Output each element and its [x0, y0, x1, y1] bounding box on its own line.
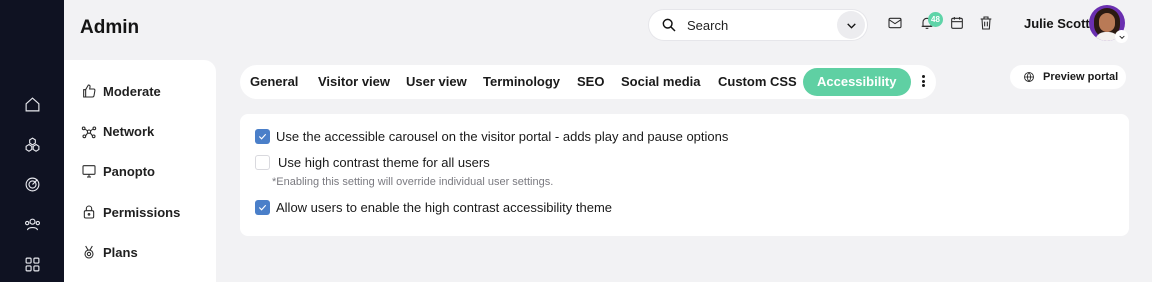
- sidebar-item-permissions[interactable]: Permissions: [80, 201, 180, 223]
- tab-visitor-view[interactable]: Visitor view: [318, 68, 390, 96]
- lock-icon: [80, 203, 98, 221]
- calendar-icon[interactable]: [949, 15, 967, 33]
- option-accessible-carousel[interactable]: Use the accessible carousel on the visit…: [255, 129, 728, 144]
- icon-rail: [0, 0, 64, 282]
- option-label: Allow users to enable the high contrast …: [276, 200, 613, 215]
- tab-accessibility[interactable]: Accessibility: [803, 68, 911, 96]
- sidebar-item-label: Permissions: [103, 204, 181, 220]
- helper-note: *Enabling this setting will override ind…: [272, 176, 554, 188]
- target-icon[interactable]: [22, 174, 42, 194]
- check-icon: [258, 204, 267, 211]
- tab-user-view[interactable]: User view: [406, 68, 467, 96]
- option-high-contrast-all[interactable]: Use high contrast theme for all users: [255, 155, 490, 170]
- tab-seo[interactable]: SEO: [577, 68, 604, 96]
- sidebar-item-moderate[interactable]: Moderate: [80, 80, 161, 102]
- search-bar[interactable]: Search: [649, 10, 867, 40]
- option-label: Use the accessible carousel on the visit…: [276, 129, 729, 144]
- search-input[interactable]: Search: [687, 18, 837, 33]
- sidebar-item-label: Panopto: [103, 163, 155, 179]
- page-title: Admin: [80, 17, 140, 38]
- medal-icon: [80, 243, 98, 261]
- thumbs-up-icon: [80, 82, 98, 100]
- search-scope-dropdown[interactable]: [837, 11, 865, 39]
- tab-social-media[interactable]: Social media: [621, 68, 700, 96]
- settings-sidebar: Moderate Network Panopto Permissions Pla…: [64, 60, 216, 282]
- option-label: Use high contrast theme for all users: [278, 155, 490, 170]
- preview-portal-button[interactable]: Preview portal: [1010, 65, 1126, 89]
- preview-portal-label: Preview portal: [1043, 71, 1119, 83]
- globe-icon: [1024, 72, 1034, 83]
- check-icon: [258, 133, 267, 140]
- tab-terminology[interactable]: Terminology: [483, 68, 560, 96]
- tab-custom-css[interactable]: Custom CSS: [718, 68, 797, 96]
- monitor-icon: [80, 162, 98, 180]
- network-icon: [80, 122, 98, 140]
- checkbox-unchecked[interactable]: [255, 155, 270, 170]
- sidebar-item-network[interactable]: Network: [80, 120, 154, 142]
- mail-icon[interactable]: [887, 15, 905, 33]
- home-icon[interactable]: [22, 94, 42, 114]
- grid-icon[interactable]: [22, 254, 42, 274]
- sidebar-item-label: Plans: [103, 244, 138, 260]
- chevron-down-icon: [846, 22, 856, 29]
- option-user-high-contrast[interactable]: Allow users to enable the high contrast …: [255, 200, 612, 215]
- settings-tabs: General Visitor view User view Terminolo…: [240, 65, 936, 99]
- checkbox-checked[interactable]: [255, 200, 270, 215]
- sidebar-item-label: Network: [103, 123, 155, 139]
- chevron-down-icon[interactable]: [1115, 30, 1128, 43]
- user-name[interactable]: Julie Scott: [1024, 16, 1090, 31]
- sidebar-item-panopto[interactable]: Panopto: [80, 160, 155, 182]
- more-vertical-icon[interactable]: [917, 73, 929, 89]
- notification-badge: 48: [928, 12, 943, 27]
- search-icon: [661, 17, 677, 33]
- sidebar-item-label: Moderate: [103, 83, 161, 99]
- sidebar-item-plans[interactable]: Plans: [80, 241, 138, 263]
- users-icon[interactable]: [22, 214, 42, 234]
- apps-cube-icon[interactable]: [22, 134, 42, 154]
- accessibility-settings-panel: Use the accessible carousel on the visit…: [240, 114, 1129, 236]
- tab-general[interactable]: General: [250, 68, 298, 96]
- checkbox-checked[interactable]: [255, 129, 270, 144]
- trash-icon[interactable]: [978, 15, 996, 33]
